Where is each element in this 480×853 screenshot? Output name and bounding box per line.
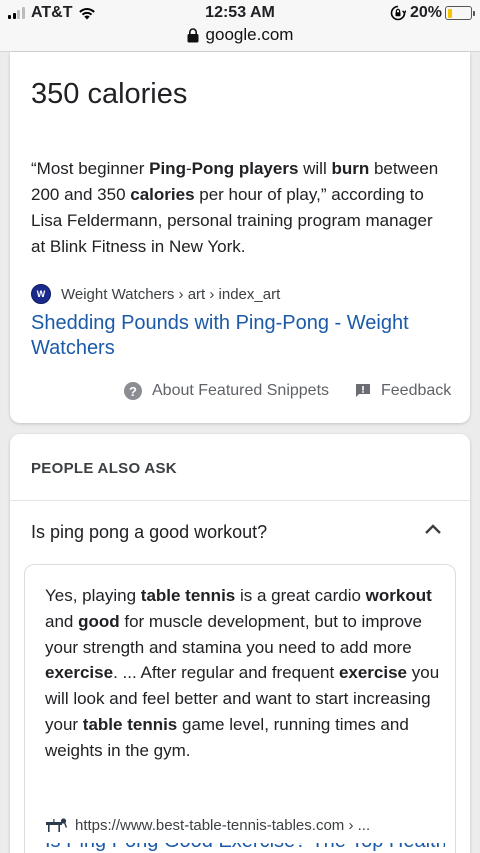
people-also-ask-card: PEOPLE ALSO ASK Is ping pong a good work… — [10, 434, 470, 853]
snippet-footer: ? About Featured Snippets Feedback — [10, 380, 470, 402]
rotation-lock-icon — [390, 5, 406, 21]
feedback-label: Feedback — [381, 382, 452, 399]
bold-term: Pong players — [191, 159, 299, 178]
paa-source[interactable]: https://www.best-table-tennis-tables.com… — [45, 815, 370, 835]
bold-term: table tennis — [82, 714, 178, 734]
about-featured-snippets-button[interactable]: ? About Featured Snippets — [124, 380, 329, 402]
battery-percent: 20% — [409, 4, 442, 21]
bold-term: workout — [365, 586, 432, 605]
featured-answer: 350 calories — [31, 78, 188, 110]
paa-result-link-text: Is Ping Pong Good Exercise? The Top Heal… — [45, 843, 445, 852]
battery-icon — [445, 6, 475, 20]
text-run: will — [298, 159, 332, 178]
text-run: . ... After regular and frequent — [113, 663, 339, 683]
text-run: “Most beginner — [31, 159, 150, 178]
bold-term: exercise — [338, 663, 408, 683]
weight-watchers-logo-icon: W — [31, 284, 51, 304]
text-run: Yes, playing — [45, 586, 141, 605]
paa-answer-text: Yes, playing table tennis is a great car… — [45, 583, 445, 764]
paa-question[interactable]: Is ping pong a good workout? — [31, 522, 267, 543]
bold-term: table tennis — [140, 586, 236, 605]
feedback-button[interactable]: Feedback — [355, 380, 451, 402]
text-run: and — [45, 611, 79, 631]
source-breadcrumb: Weight Watchers › art › index_art — [61, 285, 281, 303]
snippet-result-link[interactable]: Shedding Pounds with Ping-Pong - Weight … — [31, 311, 451, 361]
people-also-ask-heading: PEOPLE ALSO ASK — [31, 460, 177, 477]
featured-snippet-card: 350 calories “Most beginner Ping-Pong pl… — [10, 52, 470, 423]
padlock-icon — [187, 27, 199, 42]
status-bar: AT&T 12:53 AM 20% — [0, 0, 480, 26]
address-bar[interactable]: google.com — [0, 25, 480, 52]
bold-term: burn — [331, 159, 370, 178]
text-run: is a great cardio — [235, 586, 366, 605]
bold-term: calories — [130, 185, 195, 204]
bold-term: Ping — [149, 159, 186, 178]
snippet-text: “Most beginner Ping-Pong players will bu… — [31, 156, 451, 260]
divider — [10, 500, 470, 501]
feedback-icon — [356, 384, 370, 397]
bold-term: exercise — [45, 663, 114, 683]
url-domain: google.com — [205, 25, 294, 44]
table-tennis-site-icon — [46, 818, 67, 832]
snippet-source[interactable]: W Weight Watchers › art › index_art — [31, 284, 280, 304]
paa-source-url: https://www.best-table-tennis-tables.com… — [75, 816, 371, 834]
help-icon: ? — [124, 382, 142, 400]
chevron-up-icon[interactable] — [424, 522, 442, 536]
paa-result-link[interactable]: Is Ping Pong Good Exercise? The Top Heal… — [45, 843, 445, 853]
bold-term: good — [78, 611, 120, 631]
about-label: About Featured Snippets — [152, 382, 330, 399]
status-right: 20% — [390, 4, 475, 22]
paa-answer-panel: Yes, playing table tennis is a great car… — [24, 564, 456, 853]
